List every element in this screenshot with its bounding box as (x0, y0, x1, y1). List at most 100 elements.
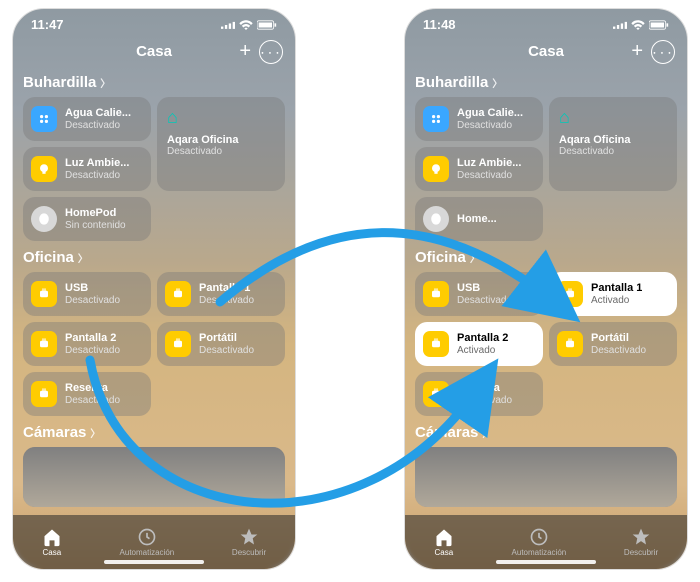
accessory-tile[interactable]: Pantalla 1Desactivado (157, 272, 285, 316)
wifi-icon (631, 20, 645, 30)
add-button[interactable]: + (631, 40, 643, 63)
tile-name: Aqara Oficina (559, 134, 631, 146)
chevron-right-icon: 〉 (482, 425, 492, 440)
ac-icon (31, 106, 57, 132)
chevron-right-icon: 〉 (492, 75, 502, 90)
tile-name: Reserva (457, 382, 512, 394)
battery-icon (649, 20, 669, 30)
camera-preview[interactable] (23, 447, 285, 507)
header: Casa + ● ● ● (405, 36, 687, 66)
camera-preview[interactable] (415, 447, 677, 507)
hub-icon: ⌂ (167, 107, 178, 128)
status-icons (613, 20, 669, 30)
tab-label: Descubrir (232, 548, 266, 557)
tile-state: Desactivado (65, 295, 120, 306)
room-header[interactable]: Cámaras〉 (23, 424, 285, 441)
homepod-icon (423, 206, 449, 232)
plug-icon (423, 331, 449, 357)
more-button[interactable]: ● ● ● (651, 40, 675, 64)
tab-automatización[interactable]: Automatización (512, 527, 567, 557)
plug-icon (423, 381, 449, 407)
tile-grid: Agua Calie...DesactivadoLuz Ambie...Desa… (415, 97, 677, 241)
tab-casa[interactable]: Casa (42, 527, 62, 557)
tile-state: Desactivado (559, 146, 631, 157)
tile-name: Luz Ambie... (65, 157, 129, 169)
plug-icon (423, 281, 449, 307)
add-button[interactable]: + (239, 40, 251, 63)
accessory-tile[interactable]: Luz Ambie...Desactivado (415, 147, 543, 191)
status-time: 11:47 (31, 17, 64, 32)
plug-icon (31, 331, 57, 357)
room-header[interactable]: Buhardilla 〉 (415, 74, 677, 91)
tile-state: Desactivado (457, 170, 521, 181)
accessory-tile[interactable]: PortátilDesactivado (549, 322, 677, 366)
tile-state: Desactivado (199, 345, 254, 356)
tab-casa[interactable]: Casa (434, 527, 454, 557)
tile-state: Desactivado (199, 295, 254, 306)
accessory-tile[interactable]: USBDesactivado (23, 272, 151, 316)
header: Casa + ● ● ● (13, 36, 295, 66)
tile-name: Pantalla 2 (65, 332, 120, 344)
bulb-icon (31, 156, 57, 182)
room-header[interactable]: Buhardilla 〉 (23, 74, 285, 91)
accessory-tile[interactable]: Agua Calie...Desactivado (23, 97, 151, 141)
tile-name: Home... (457, 213, 497, 225)
accessory-tile[interactable]: ReservaDesactivado (23, 372, 151, 416)
room-header[interactable]: Oficina 〉 (415, 249, 677, 266)
accessory-tile[interactable]: PortátilDesactivado (157, 322, 285, 366)
accessory-tile[interactable]: Home... (415, 197, 543, 241)
accessory-tile[interactable]: Luz Ambie...Desactivado (23, 147, 151, 191)
accessory-tile[interactable]: ReservaDesactivado (415, 372, 543, 416)
room-header[interactable]: Oficina〉 (23, 249, 285, 266)
signal-icon (613, 20, 627, 30)
tile-state: Desactivado (457, 120, 523, 131)
content-right: Buhardilla 〉 Agua Calie...Desactivado Luz A… (405, 74, 687, 507)
tile-name: Luz Ambie... (457, 157, 521, 169)
accessory-tile[interactable]: Pantalla 2Desactivado (23, 322, 151, 366)
tile-name: Pantalla 2 (457, 332, 508, 344)
accessory-tile[interactable]: ⌂Aqara OficinaDesactivado (157, 97, 285, 191)
accessory-tile[interactable]: USBDesactivado (415, 272, 543, 316)
tab-label: Descubrir (624, 548, 658, 557)
tile-name: Portátil (591, 332, 646, 344)
status-icons (221, 20, 277, 30)
tab-descubrir[interactable]: Descubrir (232, 527, 266, 557)
plug-icon (165, 281, 191, 307)
tile-state: Desactivado (65, 170, 129, 181)
accessory-tile[interactable]: Pantalla 1Activado (549, 272, 677, 316)
tile-name: Agua Calie... (65, 107, 131, 119)
tile-grid: USBDesactivadoPantalla 1DesactivadoPanta… (23, 272, 285, 416)
plug-icon (165, 331, 191, 357)
accessory-tile[interactable]: Agua Calie...Desactivado (415, 97, 543, 141)
room-name: Buhardilla (23, 74, 96, 91)
tile-state: Sin contenido (65, 220, 126, 231)
content-left: Buhardilla〉Agua Calie...DesactivadoLuz A… (13, 74, 295, 507)
tab-label: Automatización (120, 548, 175, 557)
phone-right: 11:48 Casa + ● ● ● Buhardilla 〉 Agua Calie… (404, 8, 688, 570)
chevron-right-icon: 〉 (470, 250, 480, 265)
accessory-tile[interactable]: ⌂Aqara OficinaDesactivado (549, 97, 677, 191)
accessory-tile[interactable]: Pantalla 2Activado (415, 322, 543, 366)
home-title[interactable]: Casa (528, 43, 564, 60)
room-name: Oficina (415, 249, 466, 266)
tab-descubrir[interactable]: Descubrir (624, 527, 658, 557)
tile-state: Desactivado (457, 295, 512, 306)
status-bar: 11:48 (405, 9, 687, 36)
tab-label: Casa (435, 548, 454, 557)
tile-name: Pantalla 1 (591, 282, 642, 294)
tile-name: USB (65, 282, 120, 294)
tile-name: HomePod (65, 207, 126, 219)
tile-name: USB (457, 282, 512, 294)
tab-automatización[interactable]: Automatización (120, 527, 175, 557)
home-title[interactable]: Casa (136, 43, 172, 60)
tile-state: Activado (457, 345, 508, 356)
room-header[interactable]: Cámaras〉 (415, 424, 677, 441)
plug-icon (31, 281, 57, 307)
tile-state: Desactivado (457, 395, 512, 406)
room-name: Oficina (23, 249, 74, 266)
tile-name: Portátil (199, 332, 254, 344)
more-button[interactable]: ● ● ● (259, 40, 283, 64)
accessory-tile[interactable]: HomePodSin contenido (23, 197, 151, 241)
chevron-right-icon: 〉 (100, 75, 110, 90)
room-name: Buhardilla (415, 74, 488, 91)
